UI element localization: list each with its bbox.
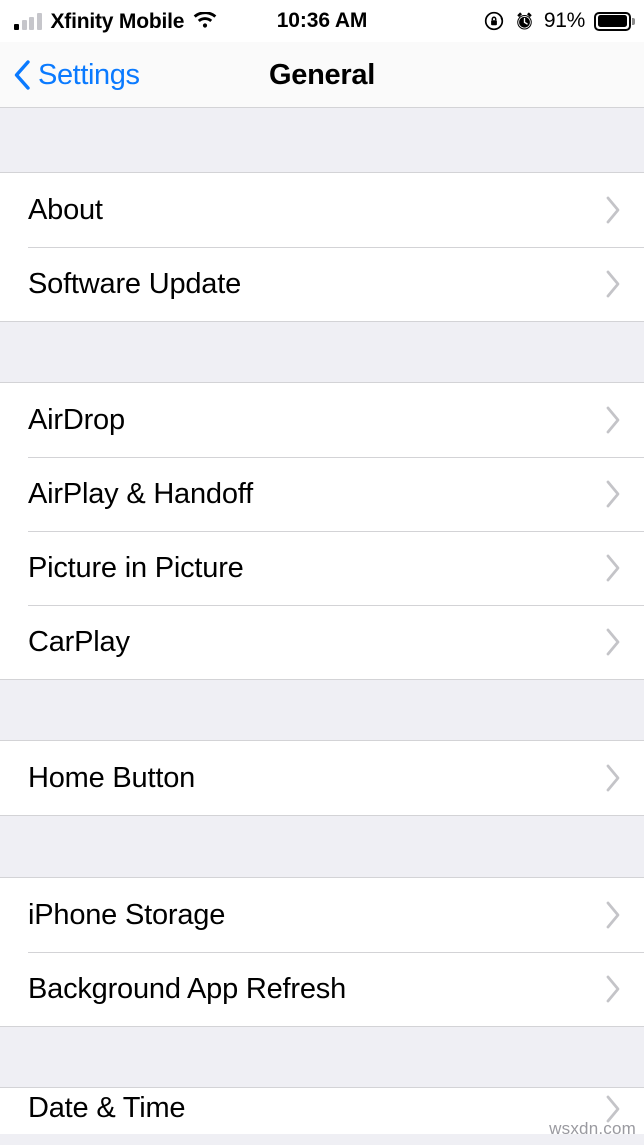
row-label: CarPlay [28, 625, 130, 658]
clock-time: 10:36 AM [276, 9, 368, 32]
cellular-signal-icon [14, 13, 42, 30]
settings-row-background-app-refresh[interactable]: Background App Refresh [0, 952, 644, 1026]
row-label: iPhone Storage [28, 898, 226, 931]
section-gap [0, 816, 644, 878]
settings-row-iphone-storage[interactable]: iPhone Storage [0, 878, 644, 952]
settings-row-home-button[interactable]: Home Button [0, 741, 644, 815]
settings-row-software-update[interactable]: Software Update [0, 247, 644, 321]
row-label: Background App Refresh [28, 972, 347, 1005]
row-label: About [28, 193, 103, 226]
chevron-right-icon [605, 553, 622, 583]
status-bar-left: Xfinity Mobile [14, 0, 217, 42]
carrier-name: Xfinity Mobile [50, 9, 185, 33]
row-label: AirPlay & Handoff [28, 477, 253, 510]
section-info: About Software Update [0, 173, 644, 322]
chevron-right-icon [605, 900, 622, 930]
chevron-right-icon [605, 1094, 622, 1124]
section-storage: iPhone Storage Background App Refresh [0, 878, 644, 1027]
alarm-clock-icon [514, 10, 535, 32]
section-connectivity: AirDrop AirPlay & Handoff Picture in Pic… [0, 383, 644, 680]
settings-table: About Software Update AirDrop AirPlay & … [0, 108, 644, 1134]
section-datetime: Date & Time [0, 1088, 644, 1134]
rotation-lock-icon [483, 10, 505, 32]
chevron-right-icon [605, 269, 622, 299]
chevron-right-icon [605, 627, 622, 657]
battery-icon [594, 11, 635, 31]
settings-row-airdrop[interactable]: AirDrop [0, 383, 644, 457]
row-label: Picture in Picture [28, 551, 244, 584]
section-gap [0, 1027, 644, 1088]
status-bar-right: 91% [483, 0, 635, 42]
iphone-settings-screen: Xfinity Mobile 10:36 AM 91% Settings Gen… [0, 0, 644, 1145]
chevron-right-icon [605, 405, 622, 435]
settings-row-about[interactable]: About [0, 173, 644, 247]
section-gap [0, 108, 644, 173]
row-label: Home Button [28, 761, 196, 794]
settings-row-airplay-handoff[interactable]: AirPlay & Handoff [0, 457, 644, 531]
navigation-bar: Settings General [0, 42, 644, 108]
section-gap [0, 680, 644, 741]
settings-row-picture-in-picture[interactable]: Picture in Picture [0, 531, 644, 605]
battery-percentage: 91% [543, 9, 585, 32]
status-bar: Xfinity Mobile 10:36 AM 91% [0, 0, 644, 42]
wifi-icon [193, 12, 217, 30]
chevron-right-icon [605, 195, 622, 225]
chevron-right-icon [605, 479, 622, 509]
settings-row-carplay[interactable]: CarPlay [0, 605, 644, 679]
page-title: General [269, 58, 375, 91]
settings-row-date-time[interactable]: Date & Time [0, 1088, 644, 1134]
row-label: AirDrop [28, 403, 125, 436]
row-label: Date & Time [28, 1092, 186, 1124]
section-hardware: Home Button [0, 741, 644, 816]
chevron-right-icon [605, 974, 622, 1004]
chevron-right-icon [605, 763, 622, 793]
row-label: Software Update [28, 267, 242, 300]
section-gap [0, 322, 644, 383]
